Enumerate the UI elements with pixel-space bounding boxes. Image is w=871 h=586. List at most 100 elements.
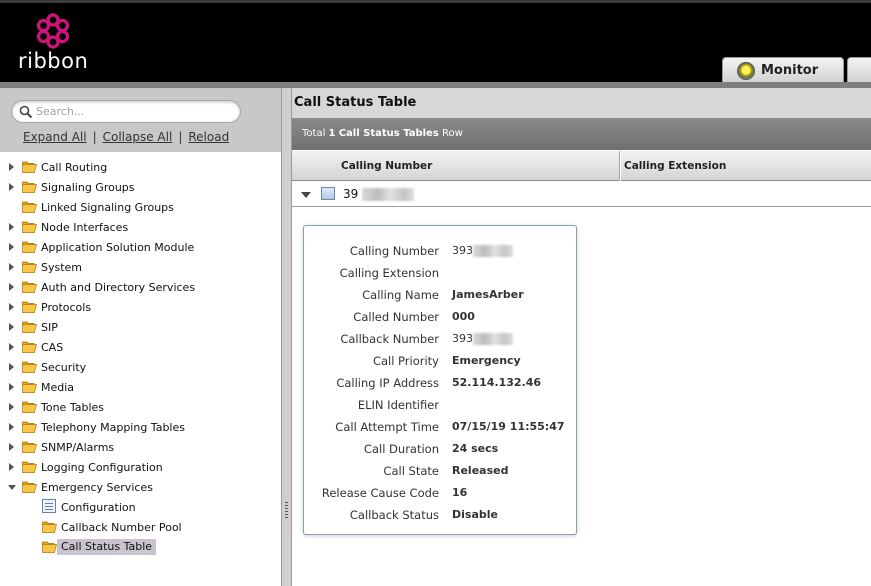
folder-icon (22, 321, 37, 333)
tree-item-protocols[interactable]: Protocols (0, 298, 281, 318)
detail-label: Call Priority (372, 354, 439, 368)
detail-label: Calling Number (349, 244, 439, 258)
search-icon (19, 105, 33, 119)
tab-next[interactable] (847, 57, 871, 85)
folder-icon (22, 461, 37, 473)
tab-monitor[interactable]: Monitor (722, 57, 844, 85)
detail-label: ELIN Identifier (357, 398, 439, 412)
tree-item-label: Call Routing (41, 161, 108, 174)
table-header: Calling Number Calling Extension (292, 150, 871, 181)
ribbon-logo-mark (36, 13, 70, 49)
expand-arrow-icon[interactable] (9, 323, 14, 331)
tree-item-auth-and-directory-services[interactable]: Auth and Directory Services (0, 278, 281, 298)
tree-item-label: Configuration (61, 501, 136, 514)
expand-all-link[interactable]: Expand All (23, 130, 87, 144)
search-input[interactable] (36, 103, 232, 120)
splitter-grip-icon[interactable] (285, 502, 288, 518)
tree-item-snmp-alarms[interactable]: SNMP/Alarms (0, 438, 281, 458)
folder-icon (22, 181, 37, 193)
tree-item-telephony-mapping-tables[interactable]: Telephony Mapping Tables (0, 418, 281, 438)
expand-arrow-icon[interactable] (9, 463, 14, 471)
detail-call-state: Call State Released (304, 461, 578, 483)
folder-icon (22, 301, 37, 313)
link-separator: | (178, 130, 183, 144)
detail-called-number: Called Number 000 (304, 307, 578, 329)
column-header-calling-number[interactable]: Calling Number (341, 160, 432, 172)
navigation-sidebar: Expand All | Collapse All | Reload Call Rout… (0, 88, 281, 586)
row-count-table-name: Call Status Tables (338, 128, 439, 139)
row-calling-number-text: 39 (343, 187, 359, 201)
expand-arrow-icon[interactable] (9, 423, 14, 431)
search-box[interactable] (11, 100, 241, 123)
row-count-value: 1 (328, 128, 336, 139)
expand-arrow-icon[interactable] (9, 243, 14, 251)
tree-item-security[interactable]: Security (0, 358, 281, 378)
folder-icon (22, 401, 37, 413)
detail-calling-name: Calling Name JamesArber (304, 285, 578, 307)
collapse-all-link[interactable]: Collapse All (103, 130, 173, 144)
tree-item-call-status-table[interactable]: Call Status Table (0, 538, 281, 558)
expand-arrow-icon[interactable] (9, 283, 14, 291)
reload-link[interactable]: Reload (188, 130, 229, 144)
row-count-prefix: Total (302, 128, 326, 139)
tree-item-sip[interactable]: SIP (0, 318, 281, 338)
tree-item-callback-number-pool[interactable]: Callback Number Pool (0, 518, 281, 538)
expand-arrow-icon[interactable] (9, 223, 14, 231)
detail-label: Callback Number (340, 332, 439, 346)
tree-item-label: Logging Configuration (41, 461, 163, 474)
expand-arrow-icon[interactable] (9, 403, 14, 411)
tree-item-label: Linked Signaling Groups (41, 201, 174, 214)
tree-item-signaling-groups[interactable]: Signaling Groups (0, 178, 281, 198)
record-icon (321, 187, 335, 200)
panel-splitter[interactable] (281, 88, 292, 586)
page-title-bar: Call Status Table (292, 88, 871, 118)
detail-calling-ip-address: Calling IP Address 52.114.132.46 (304, 373, 578, 395)
tree-item-call-routing[interactable]: Call Routing (0, 158, 281, 178)
expand-arrow-icon[interactable] (9, 383, 14, 391)
tree-item-tone-tables[interactable]: Tone Tables (0, 398, 281, 418)
tree-item-logging-configuration[interactable]: Logging Configuration (0, 458, 281, 478)
tree-item-system[interactable]: System (0, 258, 281, 278)
folder-icon (22, 261, 37, 273)
folder-icon (22, 381, 37, 393)
row-count-text: Total 1 Call Status Tables Row (302, 128, 463, 139)
tree-item-media[interactable]: Media (0, 378, 281, 398)
tree-item-emergency-services[interactable]: Emergency Services (0, 478, 281, 498)
expand-arrow-icon[interactable] (9, 343, 14, 351)
detail-value-text: 393 (452, 332, 473, 345)
tree-item-label: Security (41, 361, 87, 374)
expand-arrow-icon[interactable] (9, 263, 14, 271)
table-row[interactable]: 39 (292, 181, 871, 207)
tree-item-configuration[interactable]: Configuration (0, 498, 281, 518)
column-header-calling-extension[interactable]: Calling Extension (624, 160, 726, 172)
folder-icon (22, 481, 37, 493)
tree-item-linked-signaling-groups[interactable]: Linked Signaling Groups (0, 198, 281, 218)
row-count-bar: Total 1 Call Status Tables Row (292, 118, 871, 150)
main-content: Call Status Table Total 1 Call Status Ta… (292, 88, 871, 586)
tree-item-cas[interactable]: CAS (0, 338, 281, 358)
collapse-arrow-icon[interactable] (8, 485, 16, 490)
expand-arrow-icon[interactable] (9, 363, 14, 371)
detail-call-priority: Call Priority Emergency (304, 351, 578, 373)
redacted-value (473, 245, 513, 257)
detail-value: 52.114.132.46 (452, 376, 542, 389)
detail-callback-status: Callback Status Disable (304, 505, 578, 527)
expand-arrow-icon[interactable] (9, 443, 14, 451)
tree-item-node-interfaces[interactable]: Node Interfaces (0, 218, 281, 238)
folder-icon (22, 281, 37, 293)
folder-icon (22, 441, 37, 453)
tree-actions: Expand All | Collapse All | Reload (23, 130, 229, 144)
tree-item-label: Auth and Directory Services (41, 281, 196, 294)
expand-arrow-icon[interactable] (9, 303, 14, 311)
column-resize-handle[interactable] (619, 151, 621, 181)
row-collapse-icon[interactable] (301, 192, 311, 198)
tree-item-application-solution-module[interactable]: Application Solution Module (0, 238, 281, 258)
detail-label: Call Duration (363, 442, 439, 456)
expand-arrow-icon[interactable] (9, 163, 14, 171)
detail-call-attempt-time: Call Attempt Time 07/15/19 11:55:47 (304, 417, 578, 439)
detail-call-duration: Call Duration 24 secs (304, 439, 578, 461)
folder-icon (22, 161, 37, 173)
config-table-icon (42, 499, 56, 513)
expand-arrow-icon[interactable] (9, 183, 14, 191)
detail-label: Calling Name (362, 288, 439, 302)
